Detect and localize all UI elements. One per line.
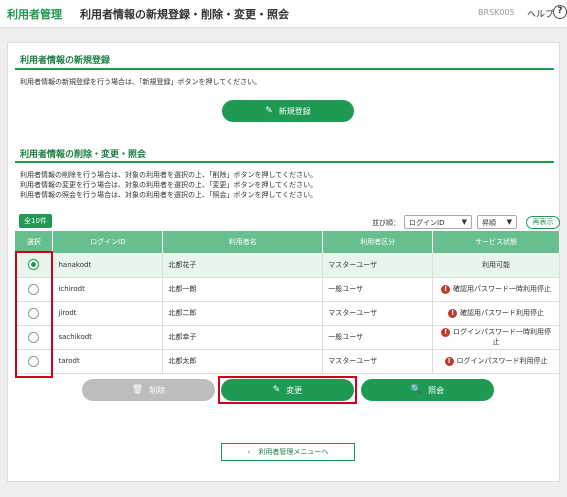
- main-card: 利用者情報の新規登録 利用者情報の新規登録を行う場合は、「新規登録」ボタンを押し…: [7, 42, 560, 482]
- table-row[interactable]: sachikodt 北都幸子 一般ユーザ ! ログインパスワード一時利用停止: [15, 325, 560, 350]
- status-cell: ! 確認用パスワード一時利用停止: [432, 277, 560, 302]
- table-row[interactable]: jirodt 北都二郎 マスターユーザ ! 確認用パスワード利用停止: [15, 301, 560, 326]
- manage-desc-change: 利用者情報の変更を行う場合は、対象の利用者を選択の上、「変更」ボタンを押してくだ…: [20, 181, 318, 189]
- status-cell: ! 確認用パスワード利用停止: [432, 301, 560, 326]
- top-bar: 利用者管理 利用者情報の新規登録・削除・変更・照会 BRSK005 ヘルプ ?: [0, 0, 567, 28]
- warning-icon: !: [441, 284, 451, 294]
- delete-button-label: 削除: [149, 385, 166, 395]
- status-text: ログインパスワード一時利用停止: [453, 328, 552, 346]
- user-name-cell: 北都一朗: [162, 277, 324, 302]
- table-row[interactable]: tarodt 北都太郎 マスターユーザ ! ログインパスワード利用停止: [15, 349, 560, 374]
- col-header-login-id: ログインID: [52, 231, 164, 253]
- manage-desc-inquiry: 利用者情報の照会を行う場合は、対象の利用者を選択の上、「照会」ボタンを押してくだ…: [20, 191, 318, 199]
- pencil-icon: ✎: [272, 385, 281, 395]
- select-column-highlight: [15, 251, 53, 378]
- sort-key-select[interactable]: ログインID ▼: [404, 215, 472, 229]
- col-header-service-status: サービス状態: [432, 231, 560, 253]
- status-cell: ! ログインパスワード利用停止: [432, 349, 560, 374]
- back-button-label: 利用者管理メニューへ: [258, 448, 329, 456]
- document-search-icon: 🔍: [410, 385, 423, 395]
- total-count-badge: 全10件: [19, 214, 52, 228]
- inquiry-button[interactable]: 🔍 照会: [361, 379, 494, 401]
- login-id-cell: sachikodt: [52, 325, 164, 350]
- delete-button[interactable]: 🗑 削除: [82, 379, 215, 401]
- user-table: 選択 ログインID 利用者名 利用者区分 サービス状態 hanakodt 北都花…: [15, 231, 560, 374]
- table-header-row: 選択 ログインID 利用者名 利用者区分 サービス状態: [15, 231, 560, 253]
- trash-icon: 🗑: [131, 385, 144, 395]
- inquiry-button-label: 照会: [428, 385, 445, 395]
- user-name-cell: 北都幸子: [162, 325, 324, 350]
- user-type-cell: マスターユーザ: [322, 349, 434, 374]
- change-button[interactable]: ✎ 変更: [221, 379, 354, 401]
- user-type-cell: 一般ユーザ: [322, 277, 434, 302]
- login-id-cell: ichirodt: [52, 277, 164, 302]
- sort-order-value: 昇順: [482, 219, 496, 227]
- sort-label: 並び順：: [372, 219, 400, 227]
- chevron-down-icon: ▼: [506, 218, 512, 226]
- change-button-label: 変更: [286, 385, 303, 395]
- warning-icon: !: [444, 356, 454, 366]
- screen-id: BRSK005: [478, 8, 515, 17]
- table-row[interactable]: hanakodt 北都花子 マスターユーザ 利用可能: [15, 253, 560, 278]
- table-row[interactable]: ichirodt 北都一朗 一般ユーザ ! 確認用パスワード一時利用停止: [15, 277, 560, 302]
- user-name-cell: 北都花子: [162, 253, 324, 278]
- status-cell: ! ログインパスワード一時利用停止: [432, 325, 560, 350]
- pencil-icon: ✎: [265, 106, 273, 116]
- manage-desc-delete: 利用者情報の削除を行う場合は、対象の利用者を選択の上、「削除」ボタンを押してくだ…: [20, 171, 318, 179]
- login-id-cell: tarodt: [52, 349, 164, 374]
- back-to-menu-button[interactable]: ‹ 利用者管理メニューへ: [221, 443, 355, 461]
- warning-icon: !: [448, 308, 458, 318]
- user-type-cell: マスターユーザ: [322, 301, 434, 326]
- sort-key-value: ログインID: [409, 219, 445, 227]
- status-text: ログインパスワード利用停止: [456, 357, 548, 365]
- status-cell: 利用可能: [432, 253, 560, 278]
- register-button[interactable]: ✎ 新規登録: [222, 100, 354, 122]
- register-section-divider: [15, 68, 554, 70]
- register-button-label: 新規登録: [278, 106, 311, 116]
- app-name: 利用者管理: [7, 8, 62, 21]
- sort-order-select[interactable]: 昇順 ▼: [477, 215, 517, 229]
- login-id-cell: jirodt: [52, 301, 164, 326]
- user-type-cell: マスターユーザ: [322, 253, 434, 278]
- login-id-cell: hanakodt: [52, 253, 164, 278]
- status-text: 確認用パスワード一時利用停止: [453, 285, 552, 293]
- help-link[interactable]: ヘルプ: [527, 7, 554, 20]
- chevron-left-icon: ‹: [247, 448, 251, 456]
- warning-icon: !: [441, 327, 451, 337]
- redisplay-button[interactable]: 再表示: [526, 216, 560, 229]
- user-type-cell: 一般ユーザ: [322, 325, 434, 350]
- register-description: 利用者情報の新規登録を行う場合は、「新規登録」ボタンを押してください。: [20, 78, 262, 86]
- page-title: 利用者情報の新規登録・削除・変更・照会: [80, 8, 289, 21]
- manage-section-title: 利用者情報の削除・変更・照会: [20, 150, 147, 160]
- status-text: 確認用パスワード利用停止: [460, 309, 545, 317]
- manage-section-divider: [15, 161, 554, 163]
- register-section-title: 利用者情報の新規登録: [20, 56, 111, 66]
- chevron-down-icon: ▼: [461, 218, 467, 226]
- help-icon[interactable]: ?: [553, 5, 567, 19]
- user-name-cell: 北都太郎: [162, 349, 324, 374]
- col-header-user-name: 利用者名: [162, 231, 324, 253]
- user-name-cell: 北都二郎: [162, 301, 324, 326]
- col-header-user-type: 利用者区分: [322, 231, 434, 253]
- status-text: 利用可能: [482, 260, 511, 269]
- col-header-select: 選択: [15, 231, 54, 253]
